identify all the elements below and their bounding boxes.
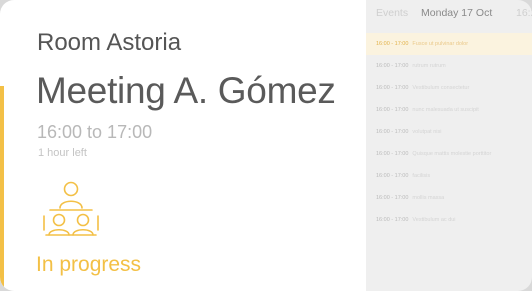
time-remaining: 1 hour left: [38, 147, 87, 159]
event-list: 16:00 - 17:00 Fusce ut pulvinar dolor 16…: [366, 33, 532, 231]
event-row[interactable]: 16:00 - 17:00 facilisis: [366, 165, 532, 187]
event-title: Vestibulum ac dui: [412, 217, 456, 223]
event-title: volutpat nisi: [412, 129, 442, 135]
event-row[interactable]: 16:00 - 17:00 nunc malesuada ut suscipit: [366, 99, 532, 121]
event-row[interactable]: 16:00 - 17:00 Vestibulum ac dui: [366, 209, 532, 231]
event-title: facilisis: [412, 173, 431, 179]
room-display-screen: Room Astoria Meeting A. Gómez 16:00 to 1…: [0, 0, 532, 291]
room-name: Room Astoria: [37, 29, 182, 56]
events-date: Monday 17 Oct: [421, 7, 493, 19]
events-panel: Events Monday 17 Oct 16:25 16:00 - 17:00…: [366, 0, 532, 291]
event-row[interactable]: 16:00 - 17:00 mollis massa: [366, 187, 532, 209]
event-title: mollis massa: [412, 195, 445, 201]
event-time: 16:00 - 17:00: [376, 173, 409, 179]
event-time: 16:00 - 17:00: [376, 217, 409, 223]
meeting-panel: Room Astoria Meeting A. Gómez 16:00 to 1…: [0, 0, 366, 291]
event-row[interactable]: 16:00 - 17:00 rutrum rutrum: [366, 55, 532, 77]
events-title: Events: [376, 7, 409, 19]
event-title: Vestibulum consectetur: [412, 85, 470, 91]
event-time: 16:00 - 17:00: [376, 151, 409, 157]
event-title: Quisque mattis molestie porttitor: [412, 151, 492, 157]
meeting-status: In progress: [36, 253, 142, 276]
event-title: nunc malesuada ut suscipit: [412, 107, 479, 113]
event-title: Fusce ut pulvinar dolor: [412, 41, 469, 47]
event-time: 16:00 - 17:00: [376, 107, 409, 113]
events-header: Events Monday 17 Oct 16:25: [376, 7, 532, 23]
event-time: 16:00 - 17:00: [376, 41, 409, 47]
status-accent-bar: [0, 86, 4, 291]
event-title: rutrum rutrum: [412, 63, 446, 69]
event-time: 16:00 - 17:00: [376, 195, 409, 201]
event-row[interactable]: 16:00 - 17:00 Quisque mattis molestie po…: [366, 143, 532, 165]
event-row[interactable]: 16:00 - 17:00 volutpat nisi: [366, 121, 532, 143]
event-time: 16:00 - 17:00: [376, 85, 409, 91]
current-time: 16:25: [516, 7, 532, 19]
event-row[interactable]: 16:00 - 17:00 Fusce ut pulvinar dolor: [366, 33, 532, 55]
event-row[interactable]: 16:00 - 17:00 Vestibulum consectetur: [366, 77, 532, 99]
meeting-title: Meeting A. Gómez: [36, 70, 336, 111]
event-time: 16:00 - 17:00: [376, 63, 409, 69]
event-time: 16:00 - 17:00: [376, 129, 409, 135]
meeting-time-range: 16:00 to 17:00: [37, 122, 153, 142]
meeting-people-icon: [43, 181, 99, 236]
